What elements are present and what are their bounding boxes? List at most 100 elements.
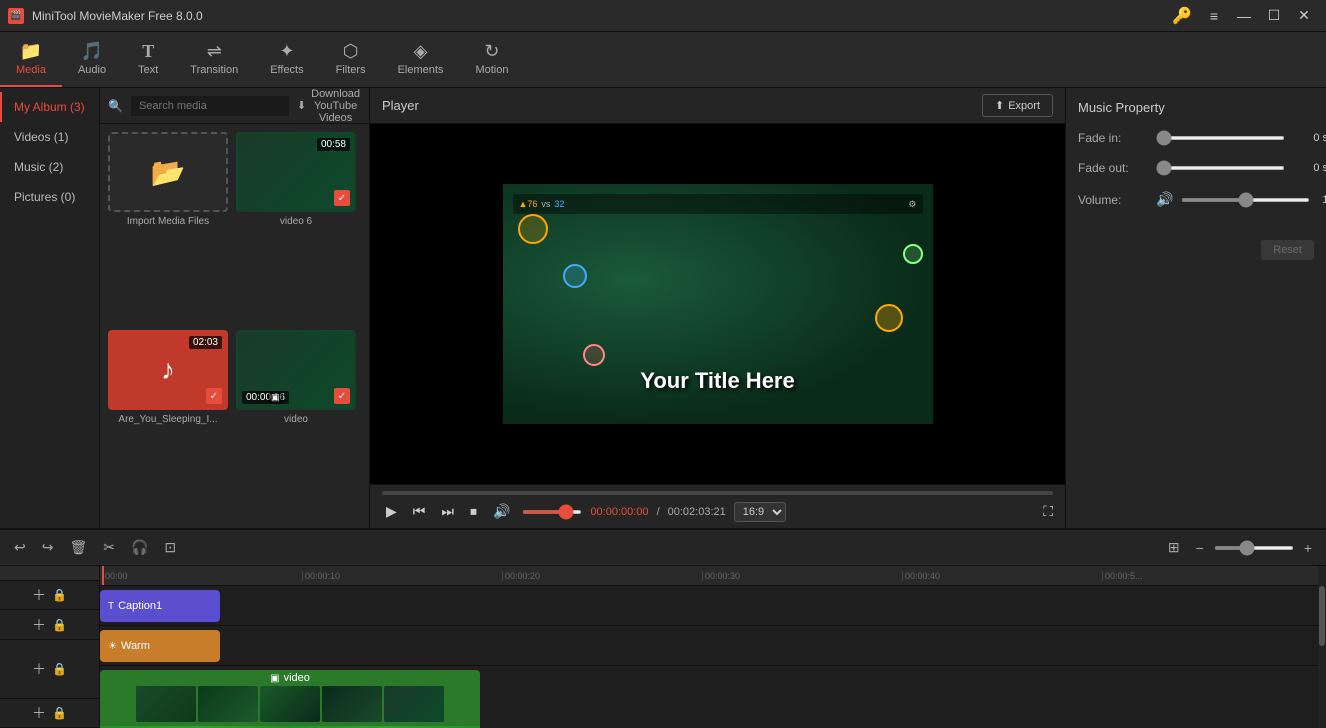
toolbar-item-filters[interactable]: ⬡ Filters bbox=[320, 32, 382, 87]
side-controls: ＋ 🔒 ＋ 🔒 ＋ 🔒 ＋ 🔒 bbox=[0, 566, 100, 728]
close-button[interactable]: ✕ bbox=[1290, 6, 1318, 26]
controls-row: ▶ ⏮ ⏭ ⏹ 🔊 00:00:00:00 / 00:02:03:21 16:9… bbox=[382, 501, 1053, 522]
video6-badge: 00:58 bbox=[317, 138, 350, 151]
toolbar-item-effects[interactable]: ✦ Effects bbox=[254, 32, 319, 87]
warm-clip[interactable]: ☀ Warm bbox=[100, 630, 220, 662]
add-audio-track-button[interactable]: ＋ bbox=[32, 703, 46, 723]
timeline-container: ＋ 🔒 ＋ 🔒 ＋ 🔒 ＋ 🔒 00:00 00:00:10 00:00: bbox=[0, 566, 1326, 728]
crop-button[interactable]: ⊡ bbox=[158, 535, 182, 560]
ruler-mark-1: 00:00:10 bbox=[302, 571, 502, 581]
game-element-5 bbox=[583, 344, 605, 366]
fade-in-slider[interactable] bbox=[1156, 136, 1285, 140]
undo-button[interactable]: ↩ bbox=[8, 535, 32, 560]
player-title: Player bbox=[382, 98, 982, 113]
stop-button[interactable]: ⏹ bbox=[466, 501, 481, 522]
lock-video-button[interactable]: 🔒 bbox=[52, 662, 67, 676]
toolbar-item-text[interactable]: T Text bbox=[122, 32, 174, 87]
next-button[interactable]: ⏭ bbox=[437, 501, 458, 522]
sidebar-item-my-album[interactable]: My Album (3) bbox=[0, 92, 99, 122]
zoom-out-button[interactable]: − bbox=[1190, 536, 1210, 560]
zoom-in-button[interactable]: + bbox=[1298, 536, 1318, 560]
caption-clip-icon: T bbox=[108, 601, 114, 612]
timeline-scroll[interactable]: 00:00 00:00:10 00:00:20 00:00:30 00:00:4… bbox=[100, 566, 1326, 728]
volume-row: Volume: 🔊 100 % bbox=[1078, 191, 1314, 208]
sidebar-item-music[interactable]: Music (2) bbox=[0, 152, 99, 182]
fade-out-slider[interactable] bbox=[1156, 166, 1285, 170]
aspect-ratio-select[interactable]: 16:9 9:16 1:1 4:3 bbox=[734, 502, 786, 522]
add-caption-track-button[interactable]: ＋ bbox=[32, 585, 46, 605]
volume-value: 100 % bbox=[1318, 194, 1326, 206]
caption-side-ctrl: ＋ 🔒 bbox=[0, 581, 99, 610]
lock-audio-button[interactable]: 🔒 bbox=[52, 706, 67, 720]
main-area: My Album (3) Videos (1) Music (2) Pictur… bbox=[0, 88, 1326, 528]
game-element-3 bbox=[875, 304, 903, 332]
warm-clip-label: Warm bbox=[121, 640, 150, 652]
zoom-slider[interactable] bbox=[1214, 546, 1294, 550]
progress-bar[interactable] bbox=[382, 491, 1053, 495]
minimize-button[interactable]: — bbox=[1230, 6, 1258, 26]
play-button[interactable]: ▶ bbox=[382, 501, 401, 522]
music1-check: ✓ bbox=[206, 388, 222, 404]
fade-in-label: Fade in: bbox=[1078, 131, 1148, 145]
fade-out-label: Fade out: bbox=[1078, 161, 1148, 175]
ruler-mark-3: 00:00:30 bbox=[702, 571, 902, 581]
ruler-mark-2: 00:00:20 bbox=[502, 571, 702, 581]
warm-track: ☀ Warm bbox=[100, 626, 1326, 666]
toolbar-item-elements[interactable]: ◈ Elements bbox=[382, 32, 460, 87]
video-clip-label: video bbox=[284, 672, 310, 684]
redo-button[interactable]: ↪ bbox=[36, 535, 60, 560]
media-item-video2[interactable]: 00:00:16 ✓ ▣ video bbox=[236, 330, 356, 520]
volume-property-slider[interactable] bbox=[1181, 198, 1310, 202]
media-item-music1[interactable]: ♪ 02:03 ✓ Are_You_Sleeping_I... bbox=[108, 330, 228, 520]
fullscreen-button[interactable]: ⛶ bbox=[1043, 503, 1053, 520]
video2-thumb: 00:00:16 ✓ ▣ bbox=[236, 330, 356, 410]
scrollbar-thumb bbox=[1319, 586, 1325, 646]
volume-slider[interactable] bbox=[522, 510, 582, 514]
export-button[interactable]: ⬆ Export bbox=[982, 94, 1053, 117]
key-icon[interactable]: 🔑 bbox=[1172, 6, 1192, 26]
media-item-video6[interactable]: 00:58 ✓ video 6 bbox=[236, 132, 356, 322]
menu-button[interactable]: ≡ bbox=[1200, 6, 1228, 26]
elements-label: Elements bbox=[398, 64, 444, 76]
playhead bbox=[102, 566, 104, 585]
zoom-fit-button[interactable]: ⊞ bbox=[1162, 535, 1186, 560]
game-element-4 bbox=[903, 244, 923, 264]
sidebar-item-videos[interactable]: Videos (1) bbox=[0, 122, 99, 152]
video-clip[interactable]: ▣ video bbox=[100, 670, 480, 728]
effects-label: Effects bbox=[270, 64, 303, 76]
delete-button[interactable]: 🗑 bbox=[63, 535, 93, 560]
volume-icon: 🔊 bbox=[1156, 191, 1173, 208]
lock-caption-button[interactable]: 🔒 bbox=[52, 588, 67, 602]
prev-button[interactable]: ⏮ bbox=[409, 501, 430, 522]
caption-track: T Caption1 bbox=[100, 586, 1326, 626]
search-input[interactable] bbox=[131, 96, 289, 116]
search-icon: 🔍 bbox=[108, 99, 123, 113]
volume-button[interactable]: 🔊 bbox=[489, 501, 514, 522]
toolbar-item-motion[interactable]: ↻ Motion bbox=[459, 32, 524, 87]
sidebar-item-pictures[interactable]: Pictures (0) bbox=[0, 182, 99, 212]
reset-button[interactable]: Reset bbox=[1261, 240, 1314, 260]
video6-label: video 6 bbox=[280, 216, 312, 227]
caption-clip[interactable]: T Caption1 bbox=[100, 590, 220, 622]
text-label: Text bbox=[138, 64, 158, 76]
maximize-button[interactable]: ☐ bbox=[1260, 6, 1288, 26]
video-thumb-3 bbox=[260, 686, 320, 722]
import-media-item[interactable]: 📂 Import Media Files bbox=[108, 132, 228, 322]
app-icon: 🎬 bbox=[8, 8, 24, 24]
video-thumb-4 bbox=[322, 686, 382, 722]
video2-check: ✓ bbox=[334, 388, 350, 404]
timeline-scrollbar[interactable] bbox=[1318, 566, 1326, 728]
cut-button[interactable]: ✂ bbox=[97, 535, 121, 560]
lock-filter-button[interactable]: 🔒 bbox=[52, 618, 67, 632]
toolbar-item-transition[interactable]: ⇌ Transition bbox=[174, 32, 254, 87]
toolbar: 📁 Media 🎵 Audio T Text ⇌ Transition ✦ Ef… bbox=[0, 32, 1326, 88]
toolbar-item-media[interactable]: 📁 Media bbox=[0, 32, 62, 87]
download-youtube-button[interactable]: ⬇ Download YouTube Videos bbox=[297, 88, 361, 124]
ruler-mark-0: 00:00 bbox=[102, 571, 302, 581]
headphones-button[interactable]: 🎧 bbox=[125, 535, 154, 560]
add-filter-track-button[interactable]: ＋ bbox=[32, 615, 46, 635]
warm-clip-icon: ☀ bbox=[108, 641, 117, 652]
add-video-track-button[interactable]: ＋ bbox=[32, 659, 46, 679]
toolbar-item-audio[interactable]: 🎵 Audio bbox=[62, 32, 122, 87]
video2-label: video bbox=[284, 414, 308, 425]
